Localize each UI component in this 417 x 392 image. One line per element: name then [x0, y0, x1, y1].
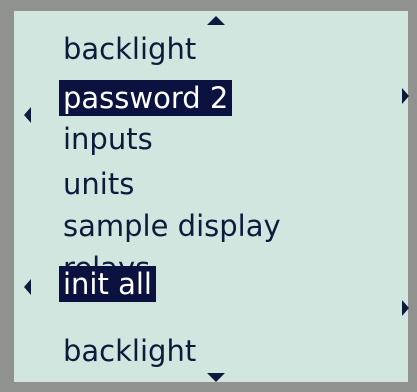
scroll-up-arrow-icon[interactable] [207, 16, 225, 25]
menu-item-inputs[interactable]: inputs [59, 121, 157, 157]
scroll-down-arrow-icon[interactable] [207, 373, 225, 382]
left-arrow-icon[interactable] [24, 107, 31, 123]
lcd-bezel: backlight password 2 inputs units sample… [0, 0, 417, 392]
menu-item-init-all[interactable]: init all [59, 266, 156, 302]
menu-item-units[interactable]: units [59, 166, 138, 202]
left-arrow-icon[interactable] [24, 279, 31, 295]
right-arrow-icon[interactable] [402, 300, 409, 316]
menu-item-backlight[interactable]: backlight [59, 333, 200, 369]
menu-item-password-2[interactable]: password 2 [59, 80, 233, 116]
menu-item-sample-display[interactable]: sample display [59, 208, 285, 244]
right-arrow-icon[interactable] [402, 88, 409, 104]
menu-item-backlight[interactable]: backlight [59, 31, 200, 67]
lcd-screen: backlight password 2 inputs units sample… [14, 11, 409, 382]
